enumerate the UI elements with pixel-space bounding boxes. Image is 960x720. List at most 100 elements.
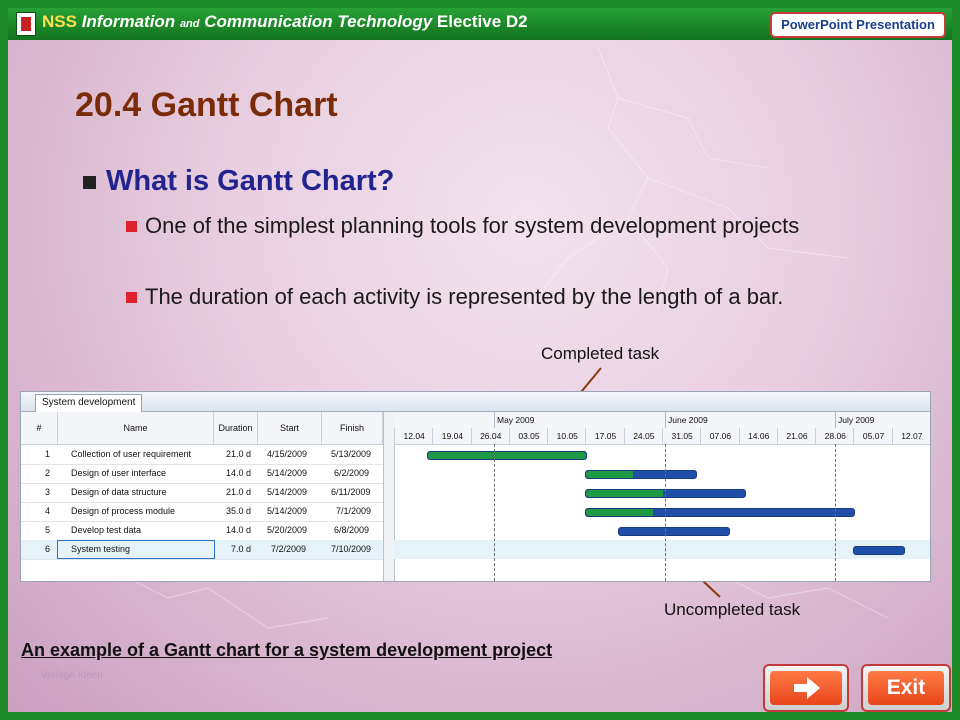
tab-strip: System development — [21, 392, 930, 412]
nss-label: NSS — [42, 12, 77, 31]
gantt-bar[interactable] — [426, 451, 588, 460]
row-number: 2 — [45, 468, 51, 478]
task-start: 5/14/2009 — [267, 506, 308, 516]
week-label: 12.07 — [891, 428, 931, 444]
title-ict: Communication Technology — [204, 12, 433, 31]
month-label: May 2009 — [497, 415, 535, 425]
column-header-duration[interactable]: Duration — [214, 412, 258, 445]
right-arrow-icon — [794, 677, 820, 699]
task-start: 5/14/2009 — [267, 487, 308, 497]
month-gridline — [494, 444, 495, 581]
column-header-start[interactable]: Start — [258, 412, 322, 445]
table-row[interactable]: 3 Design of data structure 21.0 d 5/14/2… — [21, 483, 383, 503]
task-name: Design of process module — [71, 506, 176, 516]
selected-row-highlight — [394, 540, 930, 559]
week-label: 17.05 — [585, 428, 624, 444]
week-label: 21.06 — [776, 428, 816, 444]
month-divider — [665, 412, 666, 428]
bullet-square-icon — [126, 221, 137, 232]
week-label: 19.04 — [432, 428, 471, 444]
table-row[interactable]: 5 Develop test data 14.0 d 5/20/2009 6/8… — [21, 521, 383, 541]
week-label: 28.06 — [815, 428, 854, 444]
task-finish: 7/10/2009 — [331, 544, 372, 554]
exit-button-face: Exit — [868, 671, 944, 705]
gantt-bar[interactable] — [585, 470, 697, 479]
exit-button[interactable]: Exit — [861, 664, 951, 712]
month-divider — [835, 412, 836, 428]
sub-bullet-text: The duration of each activity is represe… — [145, 284, 784, 309]
figure-caption: An example of a Gantt chart for a system… — [21, 640, 553, 660]
week-label: 24.05 — [623, 428, 663, 444]
bullet-square-icon — [83, 175, 96, 189]
table-row[interactable]: 4 Design of process module 35.0 d 5/14/2… — [21, 502, 383, 522]
gantt-bar-progress — [586, 471, 634, 478]
task-name: System testing — [71, 544, 131, 554]
month-label: July 2009 — [838, 415, 875, 425]
row-number: 4 — [45, 506, 51, 516]
week-label: 07.06 — [700, 428, 739, 444]
gantt-bar[interactable] — [585, 508, 856, 517]
week-label: 12.04 — [394, 428, 433, 444]
tab-system-development[interactable]: System development — [35, 394, 143, 412]
table-row[interactable]: 2 Design of user interface 14.0 d 5/14/2… — [21, 464, 383, 484]
month-label: June 2009 — [668, 415, 708, 425]
task-finish: 7/1/2009 — [336, 506, 372, 516]
gantt-bar[interactable] — [853, 546, 905, 555]
timeline-weeks: 12.04 19.04 26.04 03.05 10.05 17.05 24.05 31.05… — [394, 428, 930, 445]
month-gridline — [665, 444, 666, 581]
column-header-name[interactable]: Name — [58, 412, 214, 445]
gantt-bar[interactable] — [618, 527, 730, 536]
sub-bullet-2: The duration of each activity is represe… — [126, 282, 866, 312]
task-start: 4/15/2009 — [267, 449, 308, 459]
row-number: 1 — [45, 449, 51, 459]
course-title: NSS Information and Communication Techno… — [42, 12, 528, 32]
task-name: Design of data structure — [71, 487, 167, 497]
powerpoint-presentation-button[interactable]: PowerPoint Presentation — [770, 12, 946, 38]
callout-uncompleted-task: Uncompleted task — [664, 600, 801, 619]
sub-bullet-text: One of the simplest planning tools for s… — [145, 213, 800, 238]
task-name: Develop test data — [71, 525, 142, 535]
next-button[interactable] — [763, 664, 849, 712]
task-start: 7/2/2009 — [271, 544, 307, 554]
task-finish: 6/11/2009 — [331, 487, 371, 497]
month-gridline — [835, 444, 836, 581]
task-finish: 6/2/2009 — [334, 468, 370, 478]
exit-label: Exit — [886, 676, 926, 699]
bullet-square-icon — [126, 292, 137, 303]
next-button-face — [770, 671, 842, 705]
main-bullet-text: What is Gantt Chart? — [106, 165, 395, 197]
header-bar: NSS Information and Communication Techno… — [8, 8, 952, 40]
task-start: 5/14/2009 — [267, 468, 308, 478]
gantt-bar-progress — [427, 452, 587, 459]
column-header-number[interactable]: # — [21, 412, 58, 445]
main-bullet: What is Gantt Chart? — [83, 165, 394, 198]
task-grid: # Name Duration Start Finish 1 Collectio… — [21, 412, 383, 581]
table-row[interactable]: 1 Collection of user requirement 21.0 d … — [21, 445, 383, 465]
task-name: Collection of user requirement — [71, 449, 192, 459]
task-duration: 21.0 d — [226, 449, 252, 459]
week-label: 14.06 — [738, 428, 778, 444]
sub-bullet-1: One of the simplest planning tools for s… — [126, 211, 866, 241]
row-number: 5 — [45, 525, 51, 535]
window-frame: NSS Information and Communication Techno… — [0, 0, 960, 720]
task-start: 5/20/2009 — [267, 525, 308, 535]
month-divider — [494, 412, 495, 428]
task-duration: 21.0 d — [226, 487, 252, 497]
elective-label: Elective D2 — [436, 12, 528, 31]
row-number: 6 — [45, 544, 51, 554]
gantt-bar-progress — [586, 490, 663, 497]
week-label: 05.07 — [853, 428, 892, 444]
week-label: 31.05 — [662, 428, 701, 444]
table-row-selected[interactable]: 6 System testing 7.0 d 7/2/2009 7/10/200… — [21, 540, 383, 560]
task-duration: 7.0 d — [231, 544, 252, 554]
task-duration: 35.0 d — [226, 506, 252, 516]
task-finish: 5/13/2009 — [331, 449, 372, 459]
gantt-bar-progress — [586, 509, 654, 516]
week-label: 10.05 — [547, 428, 586, 444]
week-label: 03.05 — [508, 428, 548, 444]
task-duration: 14.0 d — [226, 525, 252, 535]
task-name: Design of user interface — [71, 468, 167, 478]
task-duration: 14.0 d — [226, 468, 252, 478]
week-label: 26.04 — [470, 428, 510, 444]
column-header-finish[interactable]: Finish — [322, 412, 383, 445]
